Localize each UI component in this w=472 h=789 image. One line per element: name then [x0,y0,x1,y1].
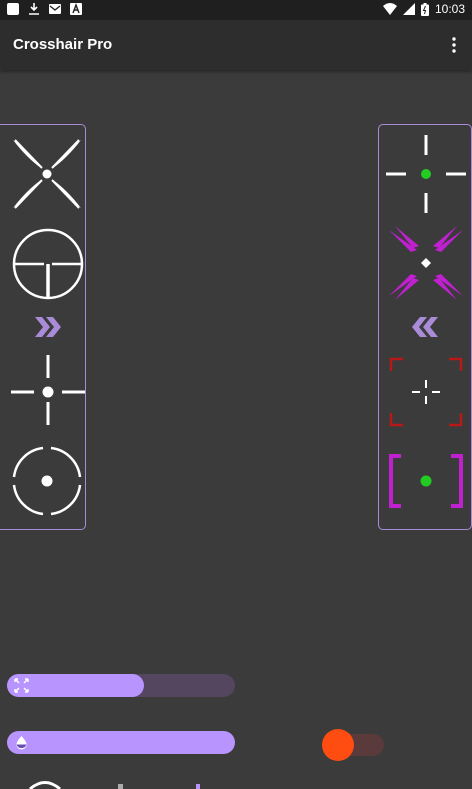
toggle-thumb [322,729,354,761]
crosshair-panel-left [0,124,86,530]
clock: 10:03 [434,2,465,16]
wifi-icon [382,3,397,15]
expand-arrows-icon [14,678,29,693]
x-crosshair-icon[interactable] [9,136,85,212]
magenta-brackets-crosshair-icon[interactable] [387,453,465,509]
battery-icon [420,2,429,16]
text-icon [70,3,82,15]
app-bar: Crosshair Pro [0,20,472,70]
scope-crosshair-icon[interactable] [11,227,85,301]
opacity-slider-fill [7,731,235,754]
size-slider[interactable] [7,674,235,697]
crosshair-panel-right [378,124,472,530]
partial-bar-icon [118,784,123,789]
red-corners-crosshair-icon[interactable] [389,357,463,427]
opacity-drop-icon [16,736,27,750]
bottom-toolbar-partial [29,781,200,789]
circle-dot-crosshair-icon[interactable] [9,443,85,519]
opacity-slider[interactable] [7,731,235,754]
partial-purple-icon [196,784,200,789]
dot-gap-crosshair-icon[interactable] [9,351,87,429]
magenta-diamond-crosshair-icon[interactable] [387,224,465,302]
green-dot-crosshair-icon[interactable] [384,132,468,216]
status-bar: 10:03 [0,0,472,20]
crosshair-toggle-switch[interactable] [322,728,386,761]
chevron-double-right-icon[interactable] [33,316,63,338]
app-title: Crosshair Pro [13,36,113,53]
more-vert-icon[interactable] [450,36,458,54]
download-icon [29,3,39,15]
mail-icon [49,4,61,14]
partial-circle-icon [29,781,61,789]
chevron-double-left-icon[interactable] [410,316,440,338]
signal-icon [402,3,415,15]
app-notification-icon [7,3,19,15]
